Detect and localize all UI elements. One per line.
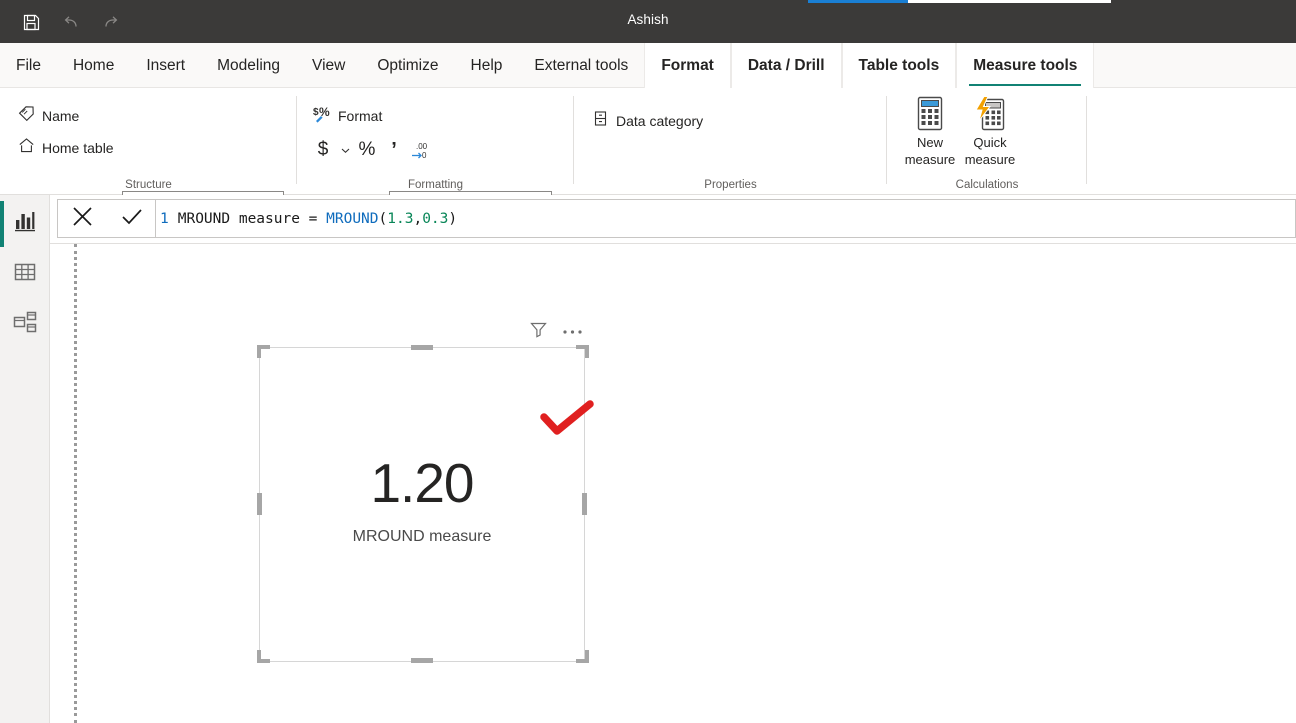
tab-file[interactable]: File xyxy=(0,43,57,88)
new-measure-button[interactable]: New measure xyxy=(899,94,961,168)
formula-token-plain: , xyxy=(413,211,422,227)
percent-button[interactable]: % xyxy=(355,138,379,162)
resize-handle-top-left[interactable] xyxy=(257,345,272,360)
formula-action-buttons xyxy=(57,199,157,238)
data-table-icon xyxy=(12,259,38,290)
measure-name-row: Name xyxy=(18,105,79,127)
ribbon-group-formatting: $ % Format General $ % ’ xyxy=(297,88,574,195)
ribbon-tabs: FileHomeInsertModelingViewOptimizeHelpEx… xyxy=(0,43,1094,88)
home-table-label: Home table xyxy=(42,140,114,156)
card-value: 1.20 xyxy=(260,451,584,515)
data-category-label: Data category xyxy=(616,113,703,129)
cancel-formula-icon[interactable] xyxy=(69,203,96,235)
dax-formula-bar: 1 MROUND measure = MROUND(1.3,0.3) xyxy=(50,195,1296,244)
visual-checkmark-annotation xyxy=(540,400,595,436)
sidebar-item-data-view[interactable] xyxy=(0,251,50,297)
formula-token-num: 1.3 xyxy=(387,211,413,227)
quick-measure-label-line2: measure xyxy=(965,151,1016,168)
tag-icon xyxy=(18,105,35,127)
resize-handle-top-center[interactable] xyxy=(411,345,433,350)
new-measure-label-line2: measure xyxy=(905,151,956,168)
commit-formula-icon[interactable] xyxy=(118,203,145,235)
home-table-row: Home table xyxy=(18,137,114,159)
view-nav-rail xyxy=(0,195,50,723)
calculator-icon xyxy=(912,94,948,134)
tab-insert[interactable]: Insert xyxy=(130,43,201,88)
currency-dropdown-chevron-icon[interactable] xyxy=(338,138,352,162)
resize-handle-top-right[interactable] xyxy=(574,345,589,360)
resize-handle-middle-left[interactable] xyxy=(257,493,262,515)
data-category-row: Data category xyxy=(592,110,703,132)
formula-token-plain: ) xyxy=(448,211,457,227)
currency-button[interactable]: $ xyxy=(311,138,335,162)
power-bi-window: Ashish FileHomeInsertModelingViewOptimiz… xyxy=(0,0,1296,723)
sidebar-item-report-view[interactable] xyxy=(0,201,50,247)
group-title-properties: Properties xyxy=(574,179,887,191)
visual-header-actions xyxy=(529,316,583,348)
ribbon-group-properties: Data category Uncategorized Properties xyxy=(574,88,887,195)
svg-text:.00: .00 xyxy=(416,142,428,151)
resize-handle-middle-right[interactable] xyxy=(582,493,587,515)
filter-icon[interactable] xyxy=(529,320,548,344)
thousands-separator-button[interactable]: ’ xyxy=(382,138,406,162)
format-label: Format xyxy=(338,108,382,124)
report-view-icon xyxy=(12,209,38,240)
group-title-structure: Structure xyxy=(0,179,297,191)
sidebar-item-model-view[interactable] xyxy=(0,301,50,347)
tab-modeling[interactable]: Modeling xyxy=(201,43,296,88)
tab-data-drill[interactable]: Data / Drill xyxy=(731,43,842,88)
format-quick-buttons: $ % ’ .00 0 xyxy=(311,138,433,162)
formula-line-number: 1 xyxy=(156,211,178,227)
ribbon-group-calculations: New measure Quick xyxy=(887,88,1087,195)
ribbon-body: Name MROUND measure Home table My First … xyxy=(0,88,1296,195)
format-percent-icon: $ % xyxy=(313,104,332,128)
tab-measure-tools[interactable]: Measure tools xyxy=(956,43,1094,88)
tab-home[interactable]: Home xyxy=(57,43,130,88)
formula-token-plain: ( xyxy=(379,211,388,227)
resize-handle-bottom-right[interactable] xyxy=(574,648,589,663)
decimal-places-button[interactable]: .00 0 xyxy=(409,138,433,162)
window-title: Ashish xyxy=(0,12,1296,27)
tab-external-tools[interactable]: External tools xyxy=(518,43,644,88)
ribbon-group-structure: Name MROUND measure Home table My First … xyxy=(0,88,297,195)
canvas-guide-line xyxy=(74,244,77,723)
home-icon xyxy=(18,137,35,159)
loading-progress-fill xyxy=(808,0,908,3)
resize-handle-bottom-left[interactable] xyxy=(257,648,272,663)
group-title-formatting: Formatting xyxy=(297,179,574,191)
formula-text: MROUND measure = MROUND(1.3,0.3) xyxy=(178,211,457,227)
formula-input[interactable]: 1 MROUND measure = MROUND(1.3,0.3) xyxy=(155,199,1296,238)
data-category-icon xyxy=(592,110,609,132)
more-options-icon[interactable] xyxy=(562,323,583,341)
group-separator-4 xyxy=(1086,96,1087,184)
format-row: $ % Format xyxy=(313,104,382,128)
card-visual-container[interactable]: 1.20 MROUND measure xyxy=(259,316,585,632)
quick-calculator-icon xyxy=(972,94,1008,134)
tab-help[interactable]: Help xyxy=(455,43,519,88)
formula-token-fn: MROUND xyxy=(326,211,378,227)
card-visual[interactable]: 1.20 MROUND measure xyxy=(259,347,585,662)
tab-view[interactable]: View xyxy=(296,43,361,88)
title-bar: Ashish xyxy=(0,0,1296,43)
group-title-calculations: Calculations xyxy=(887,179,1087,191)
formula-token-plain: MROUND measure = xyxy=(178,211,326,227)
resize-handle-bottom-center[interactable] xyxy=(411,658,433,663)
model-relationship-icon xyxy=(12,309,38,340)
tab-optimize[interactable]: Optimize xyxy=(361,43,454,88)
tab-table-tools[interactable]: Table tools xyxy=(842,43,957,88)
name-label: Name xyxy=(42,108,79,124)
svg-text:0: 0 xyxy=(422,151,427,160)
quick-measure-label-line1: Quick xyxy=(973,134,1006,151)
quick-measure-button[interactable]: Quick measure xyxy=(959,94,1021,168)
formula-token-num: 0.3 xyxy=(422,211,448,227)
report-canvas[interactable]: 1.20 MROUND measure xyxy=(50,244,1296,723)
card-label: MROUND measure xyxy=(260,528,584,546)
ribbon-tab-strip: FileHomeInsertModelingViewOptimizeHelpEx… xyxy=(0,43,1296,88)
new-measure-label-line1: New xyxy=(917,134,943,151)
tab-format[interactable]: Format xyxy=(644,43,731,88)
